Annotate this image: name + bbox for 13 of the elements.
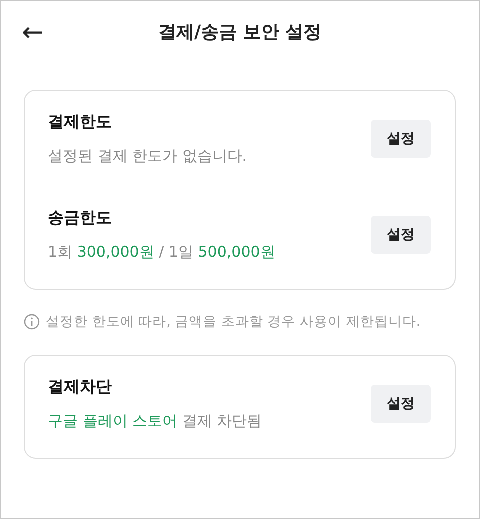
settings-button[interactable]: 설정 bbox=[371, 385, 431, 424]
page-title: 결제/송금 보안 설정 bbox=[157, 22, 323, 44]
item-title: 결제한도 bbox=[48, 111, 113, 133]
item-description: 구글 플레이 스토어 결제 차단됨 bbox=[48, 411, 262, 432]
item-description: 1회 300,000원 / 1일 500,000원 bbox=[48, 242, 276, 263]
item-description: 설정된 결제 한도가 없습니다. bbox=[48, 146, 248, 167]
back-button[interactable]: ← bbox=[18, 20, 48, 46]
item-title: 결제차단 bbox=[48, 376, 113, 398]
settings-button[interactable]: 설정 bbox=[371, 216, 431, 254]
item-title: 송금한도 bbox=[48, 207, 113, 229]
info-icon bbox=[24, 314, 40, 330]
info-note: 설정한 한도에 따라, 금액을 초과할 경우 사용이 제한됩니다. bbox=[46, 313, 421, 332]
settings-button[interactable]: 설정 bbox=[371, 120, 431, 158]
